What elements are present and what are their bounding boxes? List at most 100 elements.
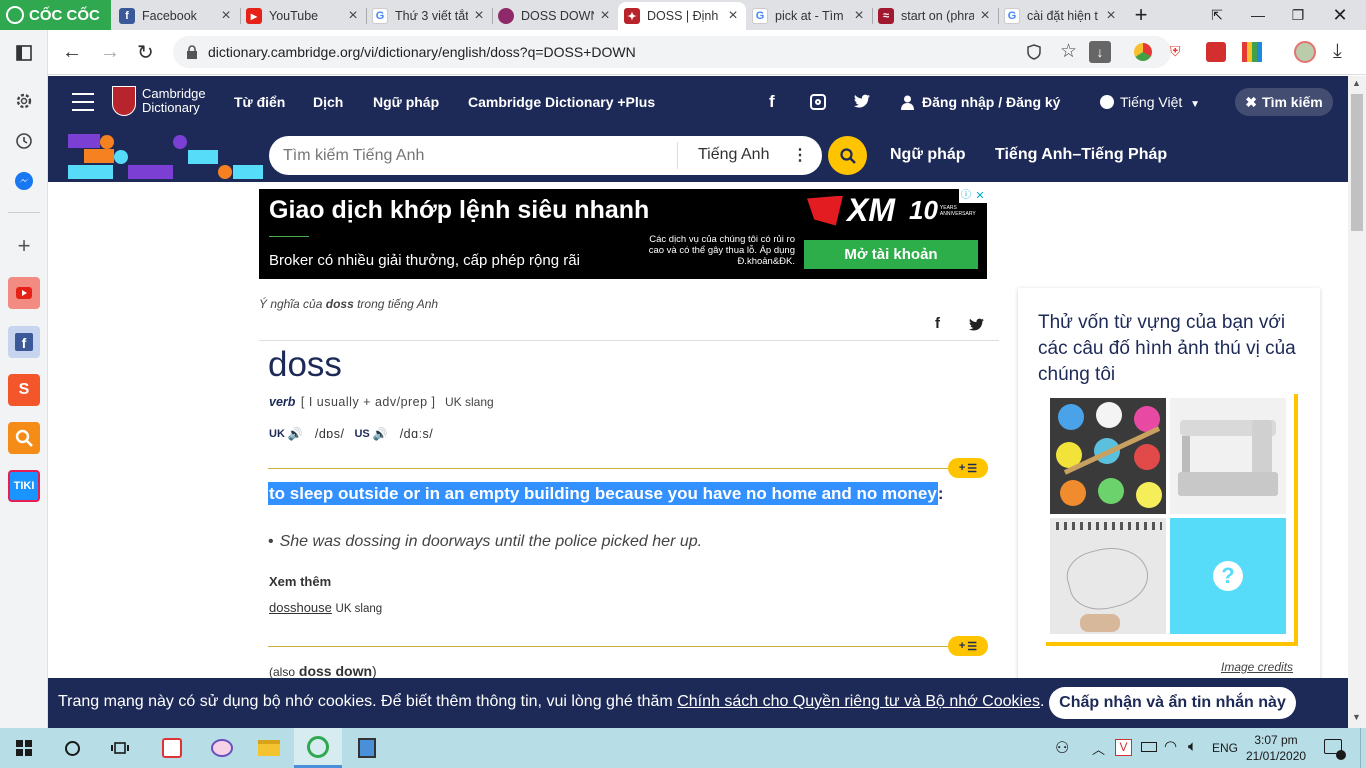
share-twitter-icon[interactable] — [969, 318, 984, 331]
window-close-icon[interactable]: ✕ — [1320, 0, 1360, 30]
twitter-icon[interactable] — [854, 94, 870, 108]
tray-expand-icon[interactable]: ︿ — [1092, 739, 1105, 758]
link-grammar[interactable]: Ngữ pháp — [890, 146, 966, 164]
quiz-grid[interactable]: ? — [1044, 392, 1298, 646]
open-account-button[interactable]: Mở tài khoản — [804, 240, 978, 269]
nav-grammar[interactable]: Ngữ pháp — [373, 94, 439, 110]
tab-facebook[interactable]: f Facebook × — [113, 2, 239, 30]
reload-icon[interactable]: ↻ — [137, 40, 154, 65]
input-language[interactable]: ENG — [1212, 741, 1238, 755]
image-credits-link[interactable]: Image credits — [1221, 660, 1293, 674]
youtube-app-icon[interactable] — [8, 277, 40, 309]
forward-icon[interactable]: → — [100, 41, 120, 64]
messenger-icon[interactable] — [8, 165, 40, 197]
search-input[interactable] — [283, 145, 663, 167]
header-search-button[interactable]: ✖ Tìm kiếm — [1235, 88, 1333, 116]
uk-audio-icon[interactable]: 🔊 — [288, 427, 303, 441]
download-page-icon[interactable]: ↓ — [1089, 41, 1111, 63]
new-tab-button[interactable]: + — [1121, 0, 1161, 30]
sidebar-toggle-icon[interactable] — [8, 37, 40, 69]
tab-start-on[interactable]: ≈ start on (phra × — [872, 2, 998, 30]
tiki-app-icon[interactable]: TIKI — [8, 470, 40, 502]
maximize-icon[interactable]: ❐ — [1278, 0, 1318, 30]
quiz-image-sketch[interactable] — [1050, 518, 1166, 634]
picture-quiz-box[interactable]: Thử vốn từ vựng của bạn với các câu đố h… — [1018, 288, 1320, 678]
tab-search-icon[interactable]: ⇱ — [1197, 0, 1237, 30]
taskbar-app-store-icon[interactable] — [148, 728, 196, 768]
tray-volume-icon[interactable]: 🔈︎ — [1188, 738, 1197, 755]
scroll-down-icon[interactable]: ▼ — [1352, 712, 1361, 722]
red-extension-icon[interactable] — [1206, 42, 1226, 62]
url-text[interactable]: dictionary.cambridge.org/vi/dictionary/e… — [208, 44, 636, 60]
shield-icon[interactable] — [1026, 44, 1042, 60]
taskbar-coccoc-icon[interactable] — [294, 728, 342, 768]
add-to-wordlist-button[interactable]: + ☰ — [948, 458, 988, 478]
tray-antivirus-icon[interactable]: V — [1115, 739, 1132, 756]
taskbar-paint-icon[interactable] — [198, 728, 246, 768]
task-view-icon[interactable] — [96, 728, 144, 768]
lock-icon[interactable] — [186, 45, 198, 59]
advertisement-banner[interactable]: Giao dịch khớp lệnh siêu nhanh Broker có… — [259, 189, 987, 279]
page-scrollbar[interactable]: ▲ ▼ — [1348, 76, 1366, 728]
tab-google-caidat[interactable]: G cài đặt hiện t × — [998, 2, 1124, 30]
dictionary-select[interactable]: Tiếng Anh — [698, 146, 769, 164]
link-english-french[interactable]: Tiếng Anh–Tiếng Pháp — [995, 146, 1167, 164]
close-tab-icon[interactable]: × — [978, 7, 992, 25]
quiz-image-sewing-machine[interactable] — [1170, 398, 1286, 514]
search-app-icon[interactable] — [8, 422, 40, 454]
add-to-wordlist-button-2[interactable]: + ☰ — [948, 636, 988, 656]
downloads-icon[interactable]: ⤓ — [1333, 40, 1342, 63]
bookmark-star-icon[interactable]: ☆ — [1060, 40, 1077, 63]
cortana-search-icon[interactable] — [48, 728, 96, 768]
login-link[interactable]: Đăng nhập / Đăng ký — [922, 94, 1060, 110]
quiz-image-paints[interactable] — [1050, 398, 1166, 514]
adblock-shield-icon[interactable]: ⛨ — [1170, 43, 1188, 61]
coccoc-brand[interactable]: CỐC CỐC — [0, 0, 111, 30]
add-app-icon[interactable]: + — [8, 230, 40, 262]
close-tab-icon[interactable]: × — [472, 7, 486, 25]
language-select[interactable]: Tiếng Việt ▼ — [1120, 94, 1200, 110]
more-options-icon[interactable]: ⋮ — [792, 145, 808, 165]
close-tab-icon[interactable]: × — [219, 7, 233, 25]
clock[interactable]: 3:07 pm 21/01/2020 — [1246, 732, 1306, 764]
privacy-policy-link[interactable]: Chính sách cho Quyền riêng tư và Bộ nhớ … — [677, 693, 1040, 710]
history-icon[interactable] — [8, 125, 40, 157]
taskbar-file-explorer-icon[interactable] — [245, 728, 293, 768]
tab-doss-down[interactable]: DOSS DOWN × — [492, 2, 618, 30]
quiz-image-unknown[interactable]: ? — [1170, 518, 1286, 634]
windows-start-icon[interactable] — [0, 728, 48, 768]
us-audio-icon[interactable]: 🔊 — [373, 427, 388, 441]
nav-translate[interactable]: Dịch — [313, 94, 343, 110]
people-icon[interactable]: ⚇ — [1055, 738, 1069, 758]
show-desktop-button[interactable] — [1360, 728, 1366, 768]
facebook-app-icon[interactable]: f — [8, 326, 40, 358]
close-tab-icon[interactable]: × — [852, 7, 866, 25]
colorful-extension-icon[interactable] — [1242, 42, 1262, 62]
search-submit-button[interactable] — [828, 136, 867, 175]
tab-google-pickat[interactable]: G pick at - Tìm × — [746, 2, 872, 30]
accept-cookies-button[interactable]: Chấp nhận và ẩn tin nhắn này — [1049, 687, 1296, 719]
nav-dictionary[interactable]: Từ điển — [234, 94, 285, 110]
close-tab-icon[interactable]: × — [726, 7, 740, 25]
see-also-link[interactable]: dosshouse — [269, 600, 332, 615]
shopee-app-icon[interactable]: S — [8, 374, 40, 406]
tray-battery-icon[interactable] — [1141, 742, 1157, 752]
tab-cambridge-active[interactable]: ✦ DOSS | Định × — [618, 2, 746, 30]
back-icon[interactable]: ← — [62, 41, 82, 64]
ad-info-icon[interactable]: ⓘ — [959, 189, 973, 203]
tab-youtube[interactable]: ▶ YouTube × — [240, 2, 366, 30]
scroll-thumb[interactable] — [1351, 94, 1363, 231]
taskbar-snipping-icon[interactable] — [343, 728, 391, 768]
facebook-icon[interactable]: f — [769, 92, 775, 112]
close-tab-icon[interactable]: × — [1104, 7, 1118, 25]
share-facebook-icon[interactable]: f — [935, 315, 940, 332]
address-bar[interactable]: dictionary.cambridge.org/vi/dictionary/e… — [173, 36, 1171, 68]
scroll-up-icon[interactable]: ▲ — [1352, 78, 1361, 88]
profile-avatar[interactable] — [1294, 41, 1316, 63]
tab-google-thu3[interactable]: G Thứ 3 viết tắt × — [366, 2, 492, 30]
instagram-icon[interactable] — [810, 94, 826, 110]
settings-gear-icon[interactable] — [8, 85, 40, 117]
close-tab-icon[interactable]: × — [598, 7, 612, 25]
menu-hamburger-icon[interactable] — [72, 93, 94, 111]
ad-close-icon[interactable]: ✕ — [973, 189, 987, 203]
